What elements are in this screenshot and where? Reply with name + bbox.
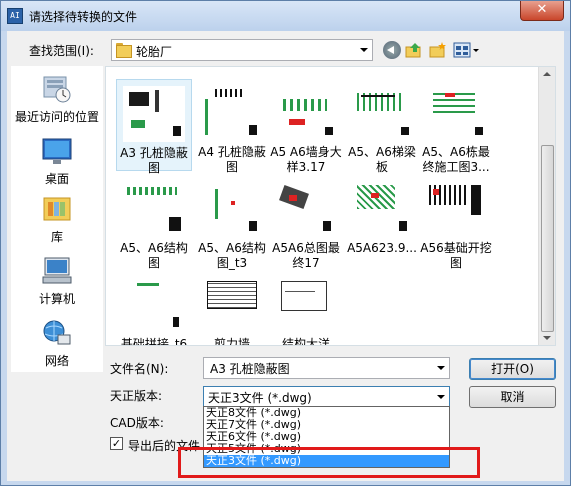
place-recent[interactable]: 最近访问的位置 (11, 74, 103, 125)
file-name: A5、A6梯梁板 (348, 145, 416, 174)
dwg-thumbnail (201, 181, 263, 237)
file-tile[interactable]: A5、A6梯梁板 (344, 79, 420, 174)
filename-field[interactable]: A3 孔桩隐蔽图 (203, 357, 450, 379)
vertical-scrollbar[interactable] (538, 67, 555, 345)
file-name: A5、A6栋最终施工图3... (422, 145, 490, 174)
libraries-icon (41, 194, 73, 224)
dwg-thumbnail (201, 85, 263, 141)
file-tile[interactable]: A5、A6栋最终施工图3... (418, 79, 494, 174)
places-bar: 最近访问的位置 桌面 库 计算机 网络 (11, 66, 103, 372)
place-label: 库 (50, 230, 63, 244)
file-name: A3 孔桩隐蔽图 (120, 146, 188, 175)
file-name: 基础拼接_t6 (120, 337, 188, 346)
filename-value: A3 孔桩隐蔽图 (210, 362, 290, 376)
close-button[interactable]: ✕ (520, 1, 564, 21)
export-checkbox[interactable]: ✓ (110, 437, 123, 450)
file-name: A5 A6墙身大样3.17 (270, 145, 342, 174)
version-select[interactable]: 天正3文件 (*.dwg) (203, 386, 450, 407)
dwg-thumbnail (275, 85, 337, 141)
file-name: A5、A6结构图 (120, 241, 188, 270)
dwg-thumbnail (425, 85, 487, 141)
lookin-dropdown[interactable]: 轮胎厂 (111, 39, 373, 61)
file-tile[interactable]: A4 孔桩隐蔽图 (194, 79, 270, 174)
file-tile[interactable]: A5、A6结构图 (116, 175, 192, 270)
file-open-dialog: AI 请选择待转换的文件 ✕ 查找范围(I): 轮胎厂 最近访问的位置 桌面 库… (0, 0, 571, 486)
place-label: 最近访问的位置 (14, 110, 99, 124)
file-tile[interactable]: 基础拼接_t6 (116, 271, 192, 346)
place-libraries[interactable]: 库 (11, 194, 103, 245)
place-network[interactable]: 网络 (11, 318, 103, 369)
version-label: 天正版本: (110, 389, 163, 403)
file-tile[interactable]: A5A6总图最终17 (268, 175, 344, 270)
up-folder-icon[interactable] (405, 41, 423, 59)
file-name: A56基础开挖图 (420, 241, 492, 270)
file-tile[interactable]: A56基础开挖图 (418, 175, 494, 270)
file-name: 剪力墙 (213, 337, 250, 346)
file-name: 结构大洋 (281, 337, 330, 346)
file-tile[interactable]: A3 孔桩隐蔽图 (116, 79, 192, 175)
scroll-up-icon[interactable] (543, 72, 551, 76)
dwg-thumbnail (123, 181, 185, 237)
dwg-thumbnail (351, 85, 413, 141)
network-icon (41, 318, 73, 348)
desktop-icon (41, 136, 73, 166)
highlight-annotation (178, 447, 480, 478)
cancel-button[interactable]: 取消 (469, 386, 556, 408)
title-bar: AI 请选择待转换的文件 ✕ (1, 1, 570, 31)
version-value: 天正3文件 (*.dwg) (208, 391, 312, 405)
dwg-thumbnail (201, 277, 263, 333)
file-tile[interactable]: A5A623.9... (344, 175, 420, 267)
folder-icon (116, 43, 132, 58)
lookin-value: 轮胎厂 (136, 45, 173, 59)
new-folder-icon[interactable] (429, 41, 447, 59)
dialog-body: 查找范围(I): 轮胎厂 最近访问的位置 桌面 库 计算机 网络 A3 孔桩隐蔽… (7, 31, 564, 481)
place-computer[interactable]: 计算机 (11, 256, 103, 307)
dwg-thumbnail (275, 181, 337, 237)
window-title: 请选择待转换的文件 (29, 10, 138, 24)
file-list-view[interactable]: A3 孔桩隐蔽图 A4 孔桩隐蔽图 A5 A6墙身大样3.17 A5、A6梯梁板… (105, 66, 556, 346)
dwg-thumbnail (123, 277, 185, 333)
recent-places-icon (41, 74, 73, 104)
file-name: A5A6总图最终17 (272, 241, 340, 270)
dwg-thumbnail (425, 181, 487, 237)
app-icon: AI (7, 8, 23, 24)
view-menu-icon[interactable] (453, 41, 481, 59)
lookin-label: 查找范围(I): (29, 44, 94, 58)
filename-label: 文件名(N): (110, 362, 169, 376)
chevron-down-icon[interactable] (437, 366, 445, 370)
chevron-down-icon[interactable] (437, 395, 445, 399)
scroll-down-icon[interactable] (543, 336, 551, 340)
file-tile[interactable]: 结构大洋 (268, 271, 344, 346)
scrollbar-thumb[interactable] (541, 145, 554, 332)
file-name: A5A623.9... (347, 241, 417, 255)
dwg-thumbnail (275, 277, 337, 333)
cad-version-label: CAD版本: (110, 416, 164, 430)
place-label: 网络 (44, 354, 69, 368)
computer-icon (41, 256, 73, 286)
chevron-down-icon[interactable] (360, 48, 368, 52)
dwg-thumbnail (351, 181, 413, 237)
dwg-thumbnail (123, 86, 185, 142)
file-tile[interactable]: A5、A6结构图_t3 (194, 175, 270, 270)
place-label: 计算机 (38, 292, 75, 306)
back-icon[interactable] (383, 41, 401, 59)
file-tile[interactable]: 剪力墙 (194, 271, 270, 346)
file-name: A4 孔桩隐蔽图 (198, 145, 266, 174)
file-tile[interactable]: A5 A6墙身大样3.17 (268, 79, 344, 174)
place-desktop[interactable]: 桌面 (11, 136, 103, 187)
open-button[interactable]: 打开(O) (469, 358, 556, 380)
place-label: 桌面 (44, 172, 69, 186)
file-name: A5、A6结构图_t3 (198, 241, 266, 270)
